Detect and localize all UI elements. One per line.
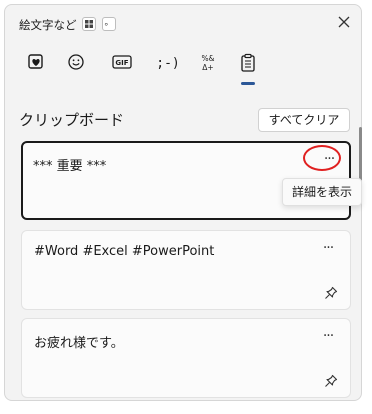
close-button[interactable] — [335, 13, 353, 31]
tab-gif[interactable]: GIF — [105, 53, 139, 85]
symbols-icon: %& Δ+ — [202, 54, 215, 72]
smiley-icon — [68, 54, 84, 70]
tab-emoji[interactable] — [59, 53, 93, 85]
clipboard-item[interactable]: #Word #Excel #PowerPoint ··· — [21, 230, 351, 310]
pin-icon — [325, 286, 338, 299]
tab-clipboard[interactable] — [231, 53, 265, 85]
panel-title: 絵文字など — [19, 18, 77, 32]
clipboard-title: クリップボード — [19, 111, 125, 129]
kaomoji-icon: ;-) — [156, 56, 180, 71]
grid-view-button[interactable] — [82, 17, 96, 31]
heart-square-icon — [28, 54, 43, 69]
tab-favorites[interactable] — [19, 53, 53, 85]
more-options-button[interactable]: ··· — [316, 241, 340, 263]
tooltip: 詳細を表示 — [282, 178, 362, 206]
active-tab-indicator — [241, 82, 255, 85]
gif-icon: GIF — [112, 55, 132, 69]
clipboard-item-text: お疲れ様です。 — [34, 336, 124, 351]
clipboard-item-text: *** 重要 *** — [33, 159, 107, 174]
gif-label: GIF — [115, 59, 128, 67]
pin-button[interactable] — [324, 285, 338, 299]
clear-all-button[interactable]: すべてクリア — [258, 108, 350, 132]
svg-text:Δ+: Δ+ — [202, 63, 213, 72]
tab-symbols[interactable]: %& Δ+ — [191, 53, 225, 85]
more-options-button[interactable]: ··· — [316, 329, 340, 351]
close-icon — [338, 16, 350, 28]
grid-icon — [85, 20, 93, 28]
pin-button[interactable] — [324, 373, 338, 387]
more-options-button[interactable]: ··· — [317, 152, 341, 174]
scrollbar[interactable] — [359, 127, 362, 181]
svg-text:%&: %& — [202, 54, 215, 63]
pin-icon — [325, 374, 338, 387]
tab-kaomoji[interactable]: ;-) — [151, 53, 185, 85]
clipboard-item[interactable]: お疲れ様です。 ··· — [21, 318, 351, 398]
punctuation-button[interactable]: 。 — [102, 17, 116, 31]
clipboard-item-text: #Word #Excel #PowerPoint — [34, 244, 215, 259]
clipboard-icon — [241, 53, 255, 72]
